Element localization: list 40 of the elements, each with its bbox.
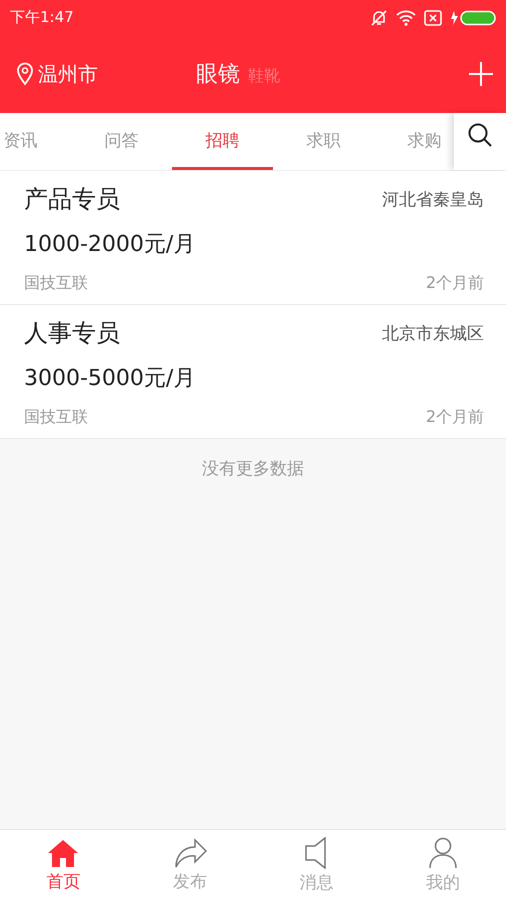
location-pin-icon — [16, 62, 34, 86]
category-title[interactable]: 鞋靴 — [248, 66, 280, 87]
salary: 3000-5000元/月 — [24, 365, 196, 393]
company-name: 国技互联 — [24, 407, 88, 428]
muted-bell-icon — [370, 8, 388, 26]
nav-label: 发布 — [172, 870, 207, 892]
post-time: 2个月前 — [426, 407, 484, 428]
search-button[interactable] — [454, 113, 506, 170]
job-location: 河北省秦皇岛 — [382, 188, 484, 210]
job-card[interactable]: 产品专员 河北省秦皇岛 1000-2000元/月 国技互联 2个月前 — [0, 171, 506, 305]
category-tab[interactable]: 资讯 — [0, 113, 71, 170]
plus-icon[interactable] — [468, 61, 494, 87]
status-time: 下午1:47 — [10, 8, 74, 27]
city-selector[interactable]: 温州市 — [38, 60, 98, 88]
job-card[interactable]: 人事专员 北京市东城区 3000-5000元/月 国技互联 2个月前 — [0, 305, 506, 439]
category-tab[interactable]: 求购 — [374, 113, 454, 170]
share-arrow-icon — [172, 838, 207, 868]
nav-label: 消息 — [299, 872, 334, 894]
company-name: 国技互联 — [24, 273, 88, 294]
home-icon — [47, 838, 80, 868]
category-title[interactable]: 眼镜 — [196, 59, 240, 89]
category-tab[interactable]: 问答 — [71, 113, 172, 170]
nav-tab[interactable]: 发布 — [126, 830, 253, 900]
nav-tab[interactable]: 消息 — [253, 830, 380, 900]
sim-icon — [424, 10, 442, 26]
user-icon — [428, 836, 458, 868]
nav-tab[interactable]: 我的 — [380, 830, 506, 900]
category-tab[interactable]: 求职 — [273, 113, 374, 170]
post-time: 2个月前 — [426, 273, 484, 294]
job-title: 产品专员 — [24, 184, 120, 215]
search-icon — [467, 122, 493, 148]
nav-tab[interactable]: 首页 — [0, 830, 126, 900]
nav-label: 首页 — [46, 870, 80, 892]
job-title: 人事专员 — [24, 318, 120, 349]
salary: 1000-2000元/月 — [24, 231, 196, 259]
nav-label: 我的 — [426, 872, 460, 894]
wifi-icon — [396, 10, 416, 26]
job-location: 北京市东城区 — [382, 322, 484, 344]
battery-icon — [450, 10, 496, 26]
no-more-data-text: 没有更多数据 — [201, 458, 305, 481]
